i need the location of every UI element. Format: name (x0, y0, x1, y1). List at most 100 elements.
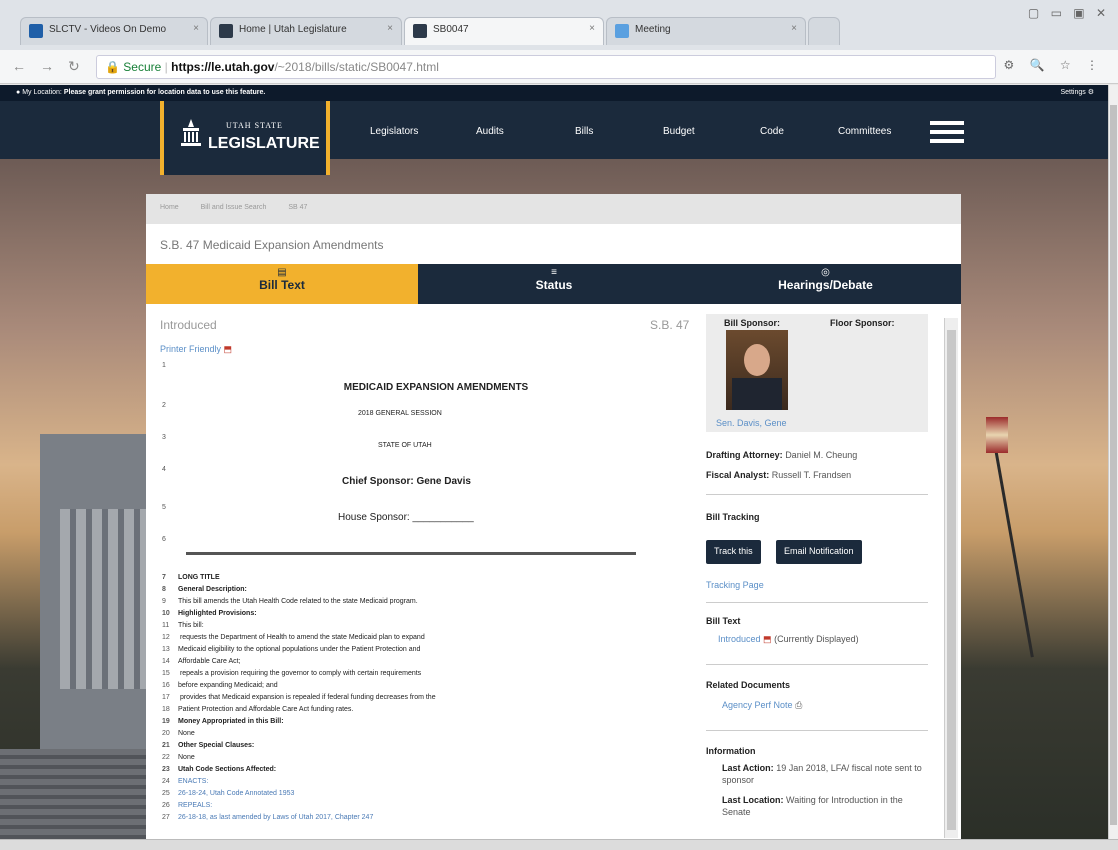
bill-card: Home Bill and Issue Search SB 47 S.B. 47… (146, 194, 961, 839)
agency-perf-note-link[interactable]: Agency Perf Note (722, 700, 793, 710)
forward-icon[interactable]: → (40, 58, 54, 74)
tab-label: Status (535, 278, 573, 292)
tab-label: Bill Text (259, 278, 305, 292)
line-text: before expanding Medicaid; and (178, 682, 278, 689)
line-number: 26 (162, 802, 170, 809)
divider (706, 494, 928, 495)
url-field[interactable]: 🔒 Secure | https://le.utah.gov/~2018/bil… (96, 55, 996, 79)
window-controls[interactable]: ▢ ▭ ▣ ✕ (1028, 6, 1110, 20)
line-text: repeals a provision requiring the govern… (178, 670, 422, 677)
tv-icon (29, 24, 43, 38)
nav-code[interactable]: Code (760, 126, 784, 137)
back-icon[interactable]: ← (12, 58, 26, 74)
line-number: 22 (162, 754, 170, 761)
tab-hearings-debate[interactable]: ◎ Hearings/Debate (690, 264, 961, 304)
sidebar-scrollbar[interactable] (944, 318, 958, 838)
close-icon[interactable]: × (193, 23, 199, 34)
currently-displayed-note: (Currently Displayed) (774, 634, 859, 644)
browser-actions[interactable]: ⚙ 🔍 ☆ ⋮ (1004, 58, 1104, 72)
nav-legislators[interactable]: Legislators (370, 126, 418, 137)
bill-tracking-heading: Bill Tracking (706, 512, 760, 522)
line-number: 3 (162, 434, 166, 441)
drafting-attorney: Drafting Attorney: Daniel M. Cheung (706, 450, 857, 460)
browser-tab-bar: SLCTV - Videos On Demo × Home | Utah Leg… (0, 0, 1118, 50)
url-domain: https://le.utah.gov (171, 60, 275, 74)
breadcrumb-search[interactable]: Bill and Issue Search (201, 204, 267, 211)
drafting-value: Daniel M. Cheung (785, 450, 858, 460)
reload-icon[interactable]: ↻ (68, 58, 80, 75)
line-text[interactable]: 26-18-24, Utah Code Annotated 1953 (178, 790, 294, 797)
gear-icon: ⚙ (1087, 89, 1094, 96)
site-logo[interactable]: UTAH STATE LEGISLATURE (160, 101, 330, 175)
close-icon[interactable]: × (387, 23, 393, 34)
last-action: Last Action: 19 Jan 2018, LFA/ fiscal no… (722, 762, 928, 786)
sponsor-face (744, 344, 770, 376)
related-documents-heading: Related Documents (706, 680, 791, 690)
line-text[interactable]: REPEALS: (178, 802, 212, 809)
long-title-line: 20 None (162, 730, 195, 737)
last-location: Last Location: Waiting for Introduction … (722, 794, 928, 818)
close-icon[interactable]: × (589, 23, 595, 34)
agency-perf-note: Agency Perf Note ⎙ (722, 700, 802, 711)
long-title-line: 26 REPEALS: (162, 802, 212, 809)
browser-tab-meeting[interactable]: Meeting × (606, 17, 806, 45)
new-tab-button[interactable] (808, 17, 840, 45)
location-message: Please grant permission for location dat… (63, 89, 266, 96)
scroll-thumb[interactable] (947, 330, 956, 830)
line-number: 7 (162, 574, 166, 581)
line-number: 18 (162, 706, 170, 713)
scroll-thumb[interactable] (1110, 105, 1117, 825)
line-text: None (178, 754, 195, 761)
long-title-line: 8 General Description: (162, 586, 247, 593)
line-number: 4 (162, 466, 166, 473)
print-icon[interactable]: ⎙ (795, 700, 802, 710)
bill-heading: MEDICAID EXPANSION AMENDMENTS (343, 382, 529, 393)
bill-version-status: Introduced (160, 318, 217, 332)
close-icon[interactable]: × (791, 23, 797, 34)
browser-tab-sb0047[interactable]: SB0047 × (404, 17, 604, 45)
long-title-line: 17 provides that Medicaid expansion is r… (162, 694, 436, 701)
breadcrumb-current: SB 47 (288, 204, 308, 211)
line-text[interactable]: 26-18-18, as last amended by Laws of Uta… (178, 814, 373, 821)
browser-tab-home[interactable]: Home | Utah Legislature × (210, 17, 402, 45)
tracking-page-link[interactable]: Tracking Page (706, 580, 764, 590)
line-number: 25 (162, 790, 170, 797)
page-scrollbar[interactable] (1108, 85, 1118, 840)
line-number: 15 (162, 670, 170, 677)
tab-status[interactable]: ≡ Status (418, 264, 690, 304)
settings-button[interactable]: Settings ⚙ (1060, 88, 1094, 96)
track-this-button[interactable]: Track this (706, 540, 761, 564)
browser-tab-slctv[interactable]: SLCTV - Videos On Demo × (20, 17, 208, 45)
nav-committees[interactable]: Committees (838, 126, 891, 137)
hamburger-menu-icon[interactable] (930, 121, 964, 143)
line-text: Highlighted Provisions: (178, 610, 257, 617)
long-title-line: 18 Patient Protection and Affordable Care… (162, 706, 353, 713)
information-heading: Information (706, 746, 756, 756)
line-text[interactable]: ENACTS: (178, 778, 208, 785)
logo-title: LEGISLATURE (208, 135, 320, 152)
line-number: 6 (162, 536, 166, 543)
status-bar (0, 839, 1118, 850)
long-title-line: 22 None (162, 754, 195, 761)
line-text: General Description: (178, 586, 247, 593)
nav-budget[interactable]: Budget (663, 126, 695, 137)
introduced-link[interactable]: Introduced (718, 634, 761, 644)
last-location-label: Last Location: (722, 795, 784, 805)
sponsor-photo[interactable] (726, 330, 788, 410)
divider (706, 664, 928, 665)
email-notification-button[interactable]: Email Notification (776, 540, 862, 564)
long-title-line: 10 Highlighted Provisions: (162, 610, 257, 617)
capitol-steps (0, 749, 150, 839)
divider (706, 602, 928, 603)
pdf-icon[interactable]: ⬒ (763, 634, 772, 644)
nav-audits[interactable]: Audits (476, 126, 504, 137)
nav-bills[interactable]: Bills (575, 126, 593, 137)
printer-friendly-link[interactable]: Printer Friendly ⬒ (160, 344, 232, 355)
sponsor-name-link[interactable]: Sen. Davis, Gene (716, 418, 787, 428)
divider (706, 730, 928, 731)
tab-bill-text[interactable]: ▤ Bill Text (146, 264, 418, 304)
line-number: 24 (162, 778, 170, 785)
browser-tab-label: SB0047 (433, 24, 469, 35)
breadcrumb-home[interactable]: Home (160, 204, 179, 211)
settings-label: Settings (1060, 89, 1086, 96)
